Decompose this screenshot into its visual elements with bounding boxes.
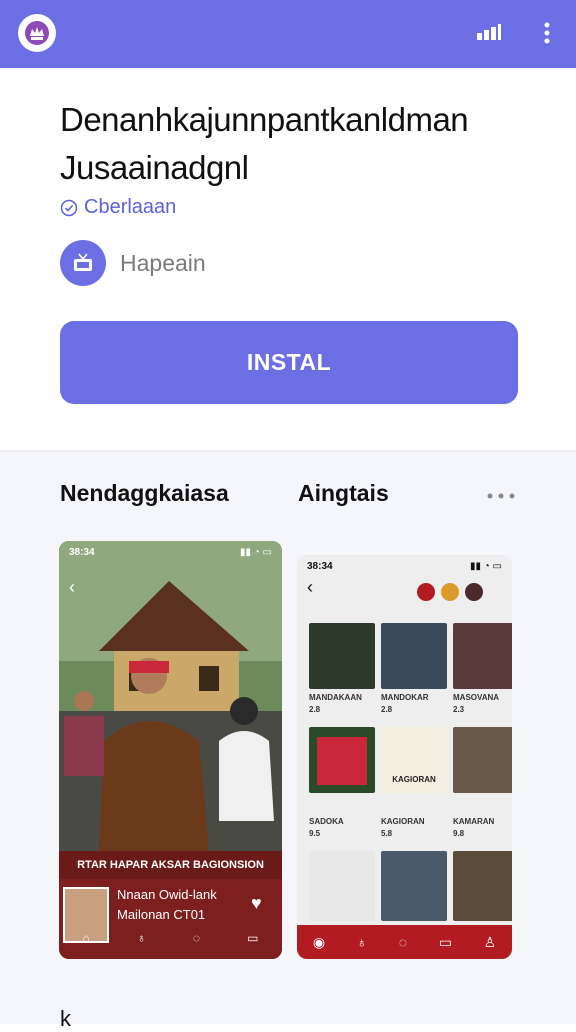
app-crown-logo-icon[interactable]	[18, 14, 56, 52]
coin-icon[interactable]	[441, 583, 459, 601]
tile-label: SADOKA	[309, 817, 344, 826]
check-circle-icon	[60, 199, 78, 216]
status-time: 38:34	[69, 546, 95, 558]
status-icons: ▮▮ ◔ ▭	[469, 560, 502, 572]
app-title-line2: Jusaainadgnl	[60, 149, 249, 186]
status-bar: 38:34 ▮▮ ◔ ▭	[59, 541, 282, 563]
screenshot-1[interactable]: 38:34 ▮▮ ◔ ▭ ‹ RTAR HAPAR AKSAR BAGIONSI…	[59, 541, 282, 959]
grid-tile[interactable]	[309, 623, 375, 689]
grid-tile[interactable]	[309, 727, 375, 793]
tile-label: MASOVANA	[453, 693, 500, 702]
back-arrow-icon[interactable]: ‹	[307, 577, 313, 598]
header-actions	[417, 579, 505, 605]
more-horizontal-icon[interactable]	[486, 488, 516, 499]
tile-count: 5.8	[381, 829, 393, 838]
book-icon[interactable]: ▭	[247, 931, 258, 945]
tile-label: KAMARAN	[453, 817, 495, 826]
status-icons: ▮▮ ◔ ▭	[239, 546, 272, 558]
tab-details[interactable]: Aingtais	[298, 480, 389, 507]
status-time: 38:34	[307, 560, 333, 572]
book-icon[interactable]: ▭	[439, 934, 452, 951]
home-icon[interactable]: ◉	[313, 934, 325, 951]
gift-icon[interactable]: ♁	[357, 934, 368, 950]
more-vertical-icon[interactable]	[538, 20, 556, 46]
tab-screenshots[interactable]: Nendaggkaiasa	[60, 480, 229, 507]
tile-badge: KAGIORAN	[392, 775, 436, 784]
bottom-nav: ⌂ ♁ ◌ ▭	[59, 931, 282, 945]
grid-tile[interactable]	[381, 851, 447, 921]
grid-tile[interactable]: KAGIORAN	[381, 727, 447, 793]
chat-icon[interactable]: ◌	[193, 931, 200, 945]
signal-bars-icon	[476, 24, 502, 40]
install-button[interactable]: INSTAL	[60, 321, 518, 404]
screenshot-2[interactable]: 38:34 ▮▮ ◔ ▭ ‹ MANDAKAAN MANDOKAR MASOVA…	[297, 555, 512, 959]
book-cover	[317, 737, 367, 785]
profile-sub: Mailonan CT01	[117, 907, 206, 922]
tile-count: 2.8	[309, 705, 321, 714]
screenshot-caption: RTAR HAPAR AKSAR BAGIONSION	[59, 851, 282, 879]
tile-count: 2.8	[381, 705, 393, 714]
tile-label: MANDAKAAN	[309, 693, 362, 702]
partial-footer-text: k	[60, 1006, 71, 1031]
tile-count: 9.5	[309, 829, 321, 838]
heart-icon[interactable]: ♥	[251, 893, 262, 914]
bottom-nav: ◉ ♁ ◌ ▭ ♙	[297, 925, 512, 959]
notification-icon[interactable]	[417, 583, 435, 601]
verified-badge: Cberlaaan	[60, 196, 176, 219]
grid-tile[interactable]	[453, 727, 512, 793]
developer-name: Hapeain	[120, 249, 206, 276]
back-arrow-icon[interactable]: ‹	[69, 577, 75, 598]
gift-icon[interactable]: ♁	[137, 931, 146, 945]
profile-name: Nnaan Owid-lank	[117, 887, 217, 902]
person-icon[interactable]: ♙	[484, 934, 497, 951]
profile-icon[interactable]	[465, 583, 483, 601]
home-icon[interactable]: ⌂	[83, 931, 90, 945]
tv-icon	[60, 240, 106, 286]
tile-label: KAGIORAN	[381, 817, 425, 826]
chat-icon[interactable]: ◌	[399, 934, 407, 950]
app-title: Denanhkajunnpantkanldman Jusaainadgnl	[60, 96, 540, 192]
grid-tile[interactable]	[453, 851, 512, 921]
tile-count: 2.3	[453, 705, 465, 714]
grid-tile[interactable]	[309, 851, 375, 921]
top-app-bar	[0, 0, 576, 68]
tile-label: MANDOKAR	[381, 693, 429, 702]
developer-row[interactable]: Hapeain	[60, 240, 206, 286]
profile-panel: Nnaan Owid-lank Mailonan CT01 ♥ ⌂ ♁ ◌ ▭	[59, 879, 282, 959]
verified-label: Cberlaaan	[84, 196, 177, 218]
tile-count: 9.8	[453, 829, 465, 838]
app-title-line1: Denanhkajunnpantkanldman	[60, 101, 469, 138]
status-bar: 38:34 ▮▮ ◔ ▭	[297, 555, 512, 577]
grid-tile[interactable]	[381, 623, 447, 689]
grid-tile[interactable]	[453, 623, 512, 689]
